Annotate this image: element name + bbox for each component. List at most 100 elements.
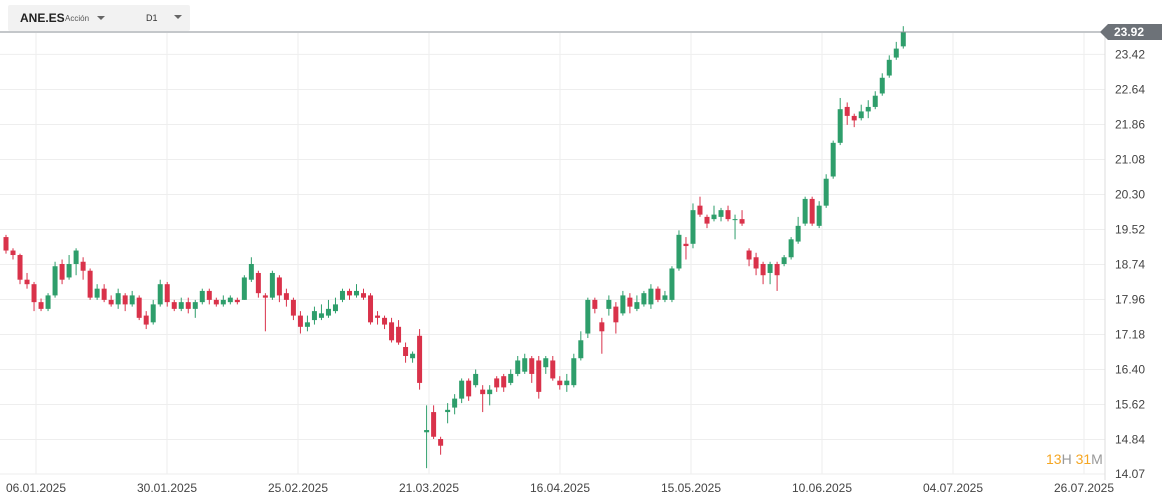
candle-down xyxy=(438,438,444,446)
candle-up xyxy=(66,263,72,278)
candle-up xyxy=(900,32,906,47)
y-tick-label: 18.74 xyxy=(1115,257,1145,271)
candle-down xyxy=(283,293,289,300)
candle-down xyxy=(494,378,500,388)
candle-up xyxy=(325,308,331,316)
candlestick-chart[interactable]: 23.42 22.64 21.86 21.08 20.30 19.52 18.74 17.96… xyxy=(0,0,1175,504)
candle-up xyxy=(676,234,682,269)
y-tick-label: 14.07 xyxy=(1115,467,1145,481)
candle-down xyxy=(627,297,633,307)
countdown-minutes-unit: M xyxy=(1091,451,1103,467)
x-tick-label: 04.07.2025 xyxy=(923,481,983,495)
x-tick-label: 10.06.2025 xyxy=(792,481,852,495)
x-tick-label: 06.01.2025 xyxy=(6,481,66,495)
candle-down xyxy=(382,317,388,325)
candle-up xyxy=(872,95,878,107)
candle-up xyxy=(893,48,899,58)
candle-down xyxy=(760,263,766,276)
y-tick-label: 21.08 xyxy=(1115,152,1145,166)
candle-down xyxy=(185,302,191,309)
candle-up xyxy=(802,198,808,224)
candle-up xyxy=(220,299,226,305)
candle-up xyxy=(578,340,584,359)
candle-down xyxy=(375,315,381,318)
candle-up xyxy=(606,299,612,309)
candle-down xyxy=(24,279,30,285)
candle-down xyxy=(136,297,142,318)
candle-up xyxy=(571,358,577,386)
candle-up xyxy=(269,272,275,298)
candle-up xyxy=(473,373,479,386)
x-tick-label: 16.04.2025 xyxy=(530,481,590,495)
candle-up xyxy=(823,178,829,206)
candle-up xyxy=(508,373,514,383)
candle-up xyxy=(662,295,668,300)
candle-down xyxy=(31,284,37,303)
candle-down xyxy=(101,288,107,300)
candle-up xyxy=(73,250,79,264)
candle-down xyxy=(599,322,605,332)
candle-up xyxy=(830,142,836,177)
candle-up xyxy=(634,302,640,309)
candle-up xyxy=(858,111,864,119)
candle-up xyxy=(767,263,773,273)
candle-up xyxy=(304,322,310,327)
candle-up xyxy=(641,293,647,305)
candle-down xyxy=(10,250,16,256)
candle-down xyxy=(592,299,598,309)
candle-up xyxy=(711,214,717,220)
candle-up xyxy=(45,295,51,309)
candle-up xyxy=(585,299,591,334)
candle-up xyxy=(129,295,135,305)
candle-up xyxy=(487,389,493,395)
candle-up xyxy=(865,106,871,112)
candle-down xyxy=(213,299,219,305)
candle-down xyxy=(346,290,352,296)
candle-up xyxy=(178,302,184,309)
candle-down xyxy=(697,205,703,215)
candle-down xyxy=(17,255,23,280)
candle-down xyxy=(746,250,752,260)
candle-down xyxy=(417,335,423,383)
countdown-minutes: 31 xyxy=(1075,451,1092,467)
candle-down xyxy=(557,380,563,386)
candle-up xyxy=(150,304,156,323)
candle-down xyxy=(290,299,296,316)
candle-up xyxy=(311,311,317,321)
candle-up xyxy=(157,284,163,305)
candle-down xyxy=(844,106,850,116)
candle-up xyxy=(732,219,738,221)
candle-up xyxy=(445,409,451,413)
candle-up xyxy=(94,288,100,298)
candle-up xyxy=(459,380,465,399)
candle-down xyxy=(143,315,149,325)
candle-up xyxy=(886,59,892,76)
candle-up xyxy=(115,293,121,305)
candle-down xyxy=(276,277,282,296)
candle-down xyxy=(234,299,240,303)
candle-countdown-timer: 13H 31M xyxy=(1046,451,1103,467)
candle-up xyxy=(52,266,58,296)
candle-down xyxy=(753,257,759,269)
candle-down xyxy=(171,302,177,309)
candle-down xyxy=(255,272,261,294)
candle-down xyxy=(3,237,9,251)
candle-up xyxy=(522,358,528,372)
candle-up xyxy=(318,313,324,318)
candle-down xyxy=(431,412,437,437)
y-tick-label: 22.64 xyxy=(1115,82,1145,96)
current-price-marker: 23.92 xyxy=(0,24,1162,40)
candle-up xyxy=(424,430,430,433)
candle-up xyxy=(690,210,696,244)
candle-up xyxy=(816,205,822,226)
x-tick-label: 15.05.2025 xyxy=(661,481,721,495)
candle-down xyxy=(80,261,86,271)
candle-up xyxy=(199,290,205,303)
candle-down xyxy=(529,358,535,374)
candle-up xyxy=(515,360,521,374)
candle-down xyxy=(704,216,710,224)
candle-down xyxy=(361,293,367,298)
time-axis: 06.01.2025 30.01.2025 25.02.2025 21.03.2025… xyxy=(6,481,1114,495)
candle-up xyxy=(452,398,458,408)
y-tick-label: 23.42 xyxy=(1115,47,1145,61)
